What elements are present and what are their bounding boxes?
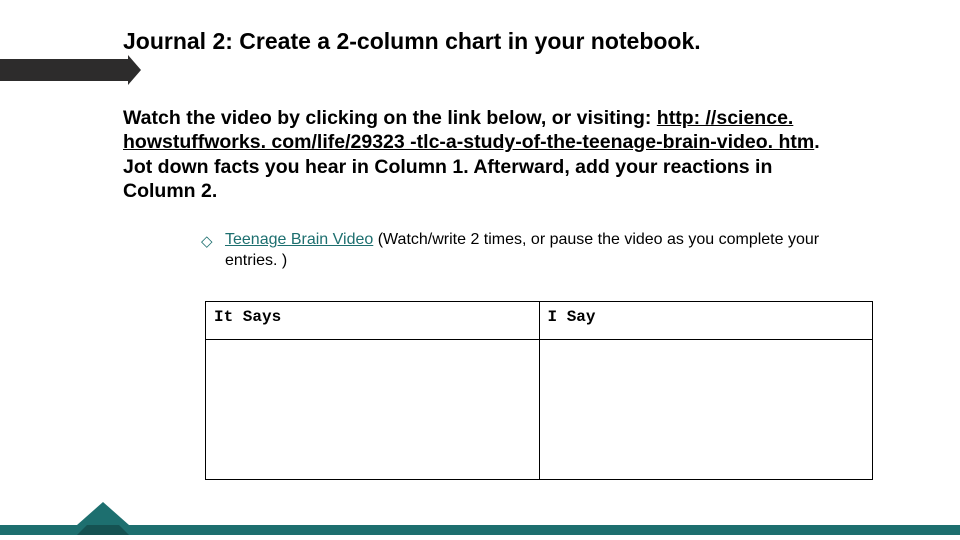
footer-triangle-icon [77,502,129,525]
table-header-row: It Says I Say [206,302,873,340]
video-link[interactable]: Teenage Brain Video [225,231,373,248]
instructions-paragraph: Watch the video by clicking on the link … [123,106,845,204]
instructions-lead: Watch the video by clicking on the link … [123,107,657,129]
column-header-i-say: I Say [539,302,873,340]
cell-i-say [539,340,873,480]
title-bar [0,59,130,81]
title-chevron-icon [128,55,141,85]
cell-it-says [206,340,540,480]
two-column-chart: It Says I Say [205,301,873,480]
diamond-bullet-icon: ◇ [201,232,213,252]
page-title: Journal 2: Create a 2-column chart in yo… [123,28,701,55]
table-row [206,340,873,480]
title-decoration [0,55,160,85]
column-header-it-says: It Says [206,302,540,340]
bullet-item: ◇ Teenage Brain Video (Watch/write 2 tim… [225,230,845,272]
footer-accent-bar [0,525,960,535]
